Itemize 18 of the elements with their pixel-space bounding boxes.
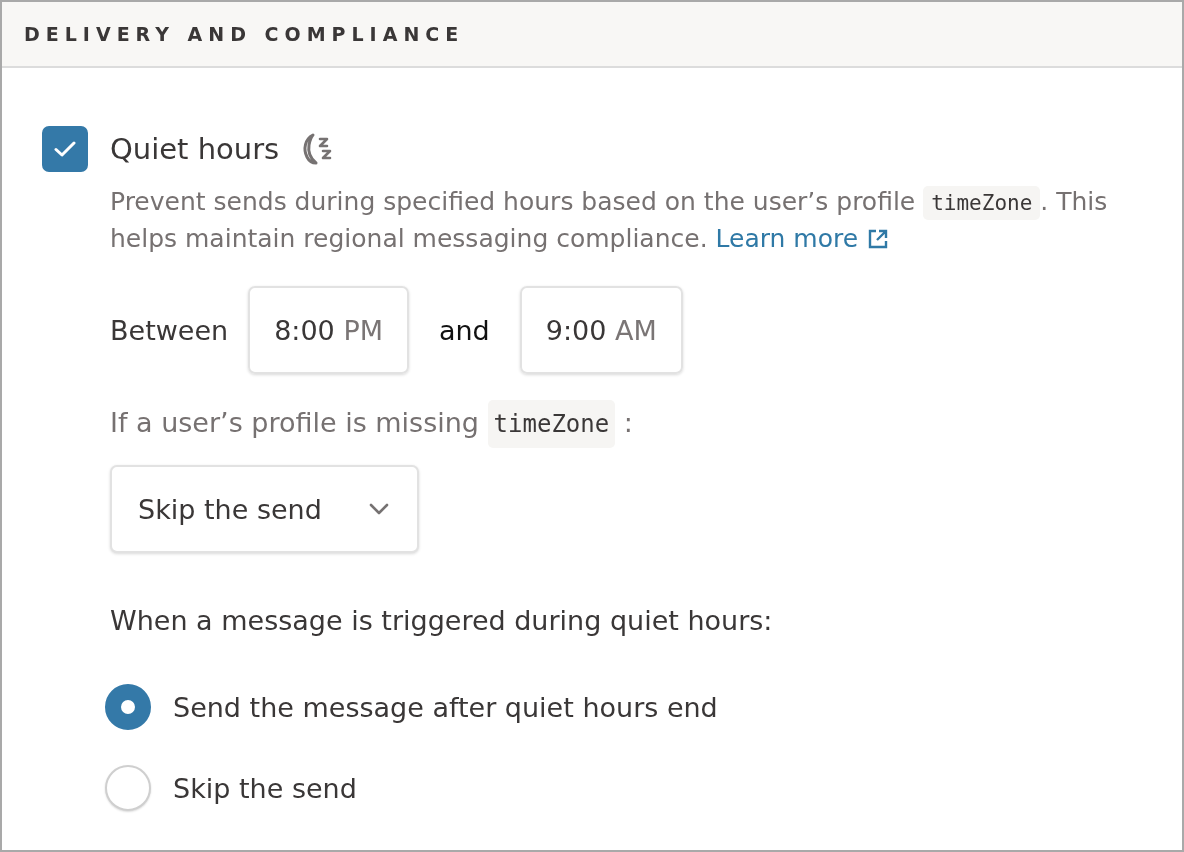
chevron-down-icon (369, 503, 389, 515)
quiet-hours-description: Prevent sends during specified hours based on the user’s profile timeZone . This helps maintain regional messaging compliance. Learn more (110, 185, 1109, 255)
and-label: and (438, 314, 490, 346)
trigger-prompt: When a message is triggered during quiet hours: (110, 604, 774, 638)
section-title: DELIVERY AND COMPLIANCE (24, 23, 465, 45)
missing-timezone-prompt: If a user’s profile is missing timeZone : (110, 396, 1142, 451)
radio-option-label[interactable]: Send the message after quiet hours end (173, 691, 718, 723)
fallback-select[interactable]: Skip the send (110, 465, 419, 553)
between-label: Between (110, 314, 229, 346)
radio-button[interactable] (105, 684, 151, 730)
end-time-field[interactable]: 9:00 AM (519, 286, 683, 374)
external-link-icon (868, 229, 889, 249)
start-time-field[interactable]: 8:00 PM (248, 286, 409, 374)
learn-more-link[interactable]: Learn more (715, 224, 889, 253)
quiet-hours-checkbox[interactable] (42, 126, 88, 172)
check-icon (54, 141, 76, 157)
radio-option-label[interactable]: Skip the send (173, 772, 357, 804)
quiet-hours-label: Quiet hours (110, 132, 280, 166)
